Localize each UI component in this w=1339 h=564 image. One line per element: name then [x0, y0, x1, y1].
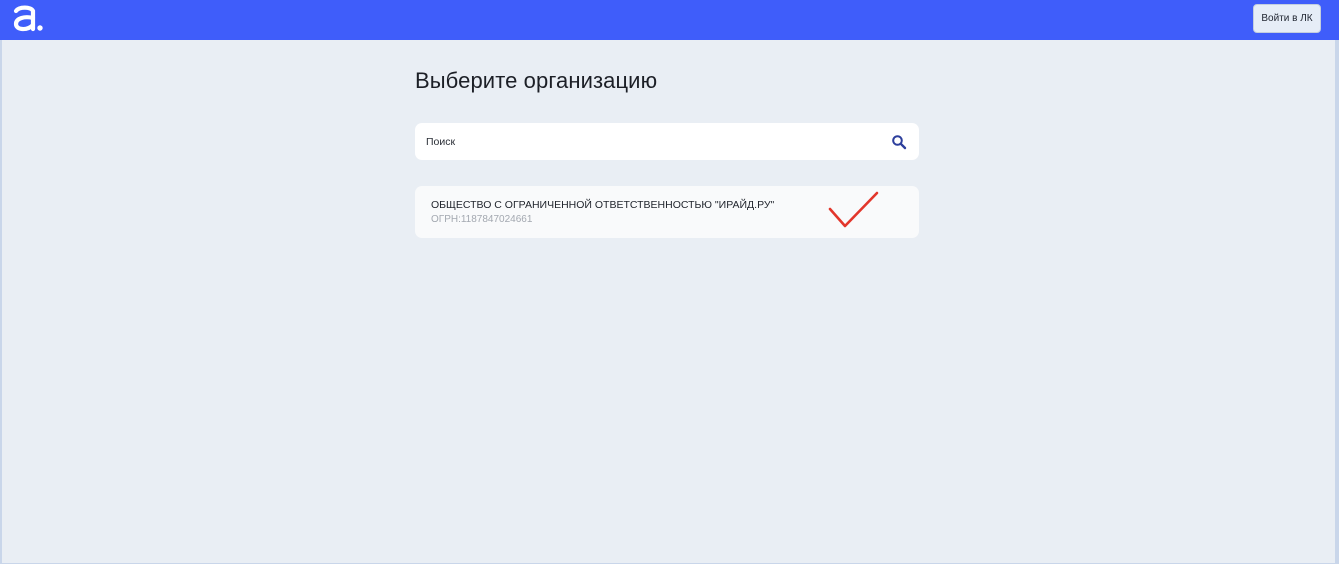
organization-name: ОБЩЕСТВО С ОГРАНИЧЕННОЙ ОТВЕТСТВЕННОСТЬЮ…	[431, 199, 775, 211]
app-logo-icon[interactable]	[11, 5, 45, 33]
page-title: Выберите организацию	[415, 68, 658, 93]
login-button[interactable]: Войти в ЛК	[1253, 4, 1321, 33]
organization-ogrn: ОГРН:1187847024661	[431, 214, 533, 225]
search-icon[interactable]	[891, 134, 907, 150]
search-box	[415, 123, 919, 160]
search-input[interactable]	[415, 123, 885, 160]
top-navigation-bar: Войти в ЛК	[0, 0, 1339, 40]
organization-card[interactable]: ОБЩЕСТВО С ОГРАНИЧЕННОЙ ОТВЕТСТВЕННОСТЬЮ…	[415, 186, 919, 238]
checkmark-icon	[828, 191, 879, 228]
window-frame	[0, 0, 1339, 564]
